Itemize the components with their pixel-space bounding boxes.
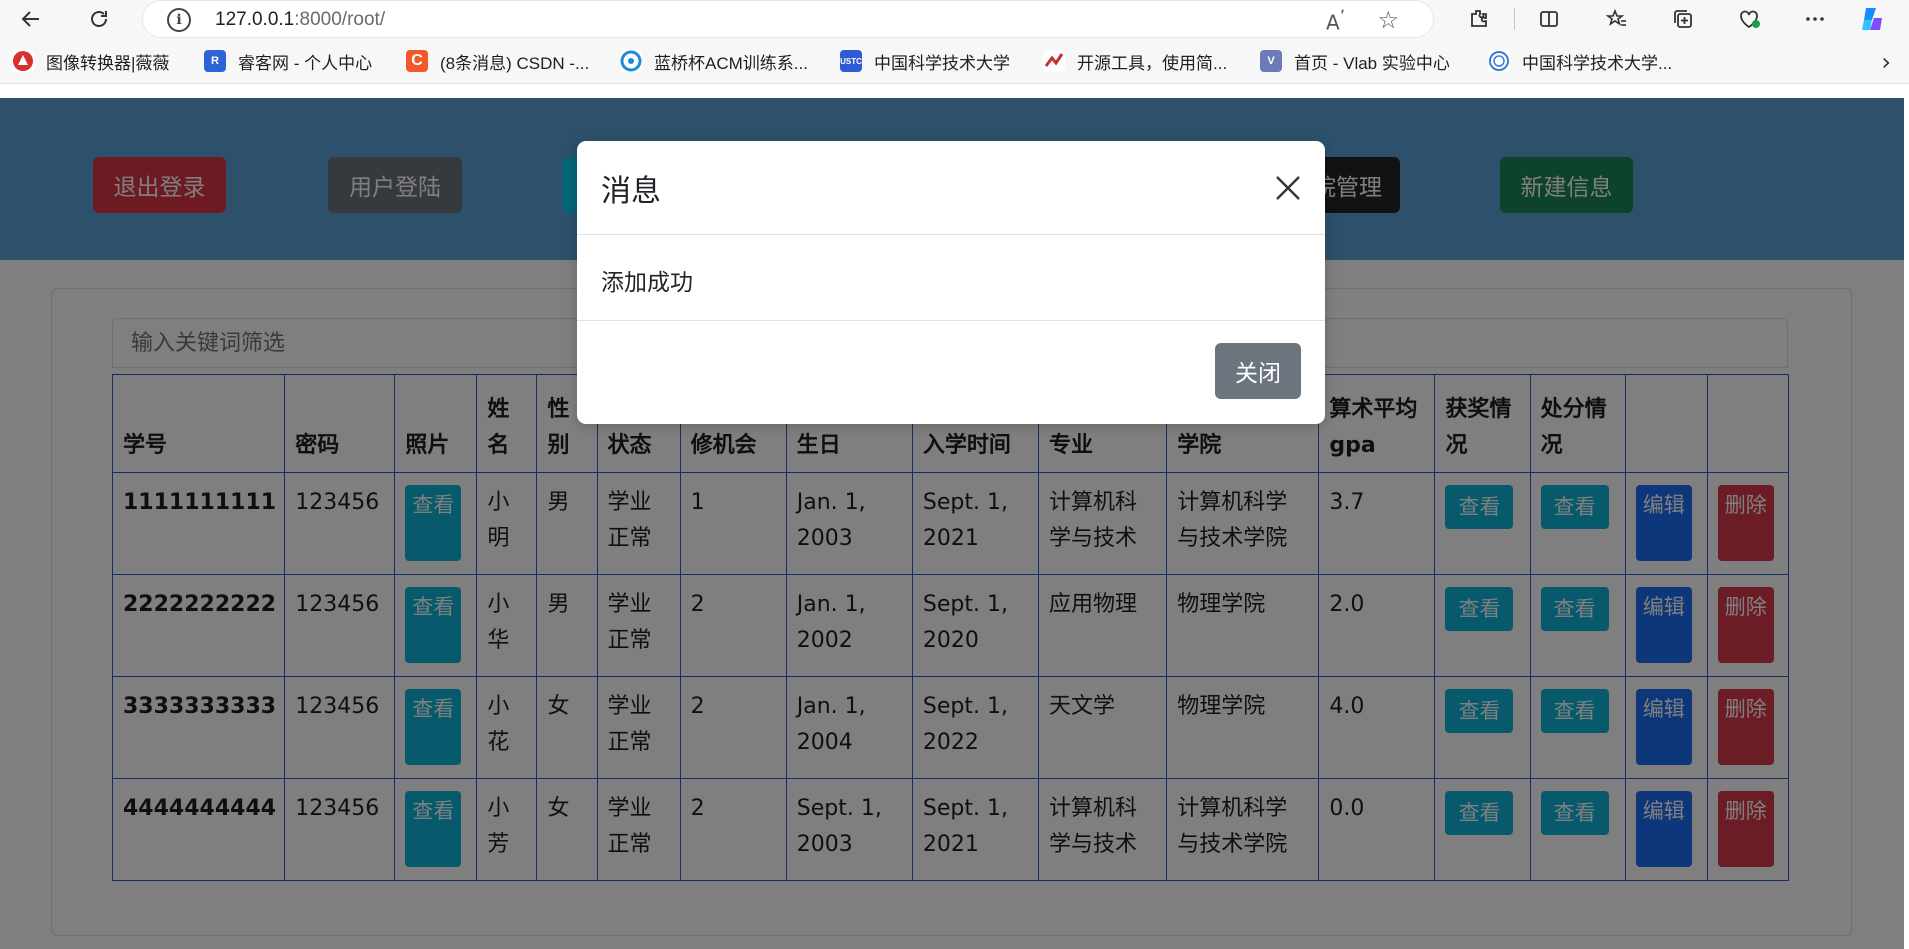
collections-icon[interactable] (1666, 2, 1700, 36)
refresh-icon[interactable] (82, 2, 116, 36)
site-info-icon[interactable]: i (167, 8, 191, 32)
ustc-seal-icon (1488, 50, 1510, 72)
chevron-right-icon[interactable]: › (1881, 48, 1891, 76)
modal-header: 消息 (577, 141, 1325, 235)
warning-triangle-icon (12, 50, 34, 72)
open-tool-icon (1043, 50, 1065, 72)
copilot-icon[interactable] (1856, 2, 1890, 36)
browser-toolbar: i 127.0.0.1:8000/root/ Aʼ ☆ (0, 0, 1909, 38)
csdn-icon: C (406, 50, 428, 72)
url-text[interactable]: 127.0.0.1:8000/root/ (215, 9, 385, 31)
bookmark-item[interactable]: R 睿客网 - 个人中心 (204, 48, 372, 74)
bookmarks-bar: 图像转换器|薇薇 R 睿客网 - 个人中心 C (8条消息) CSDN -... 蓝… (0, 38, 1909, 84)
extensions-icon[interactable] (1462, 2, 1496, 36)
close-icon[interactable] (1271, 171, 1305, 205)
read-aloud-icon[interactable]: Aʼ (1326, 7, 1345, 35)
back-icon[interactable] (14, 2, 48, 36)
message-modal: 消息 添加成功 关闭 (577, 141, 1325, 424)
favorite-star-icon[interactable]: ☆ (1377, 6, 1399, 34)
toolbar-separator (1514, 8, 1515, 30)
modal-message: 添加成功 (601, 270, 693, 296)
more-options-icon[interactable] (1798, 2, 1832, 36)
close-button[interactable]: 关闭 (1215, 343, 1301, 399)
bookmark-item[interactable]: 开源工具，使用简... (1043, 48, 1227, 74)
bookmark-item[interactable]: C (8条消息) CSDN -... (406, 48, 589, 74)
split-screen-icon[interactable] (1532, 2, 1566, 36)
bookmark-item[interactable]: 中国科学技术大学... (1488, 48, 1672, 74)
favorites-icon[interactable] (1600, 2, 1634, 36)
ustc-icon: USTC (840, 50, 862, 72)
bookmark-item[interactable]: V 首页 - Vlab 实验中心 (1260, 48, 1450, 74)
bookmark-item[interactable]: 蓝桥杯ACM训练系... (620, 48, 808, 74)
modal-title: 消息 (601, 174, 661, 209)
bookmark-item[interactable]: USTC 中国科学技术大学 (840, 48, 1010, 74)
bookmark-item[interactable]: 图像转换器|薇薇 (12, 48, 169, 74)
address-bar[interactable]: i 127.0.0.1:8000/root/ Aʼ ☆ (142, 0, 1434, 38)
vlab-icon: V (1260, 50, 1282, 72)
ruike-icon: R (204, 50, 226, 72)
modal-body: 添加成功 (577, 235, 1325, 321)
lanqiao-icon (620, 50, 642, 72)
browser-essentials-icon[interactable] (1732, 2, 1766, 36)
